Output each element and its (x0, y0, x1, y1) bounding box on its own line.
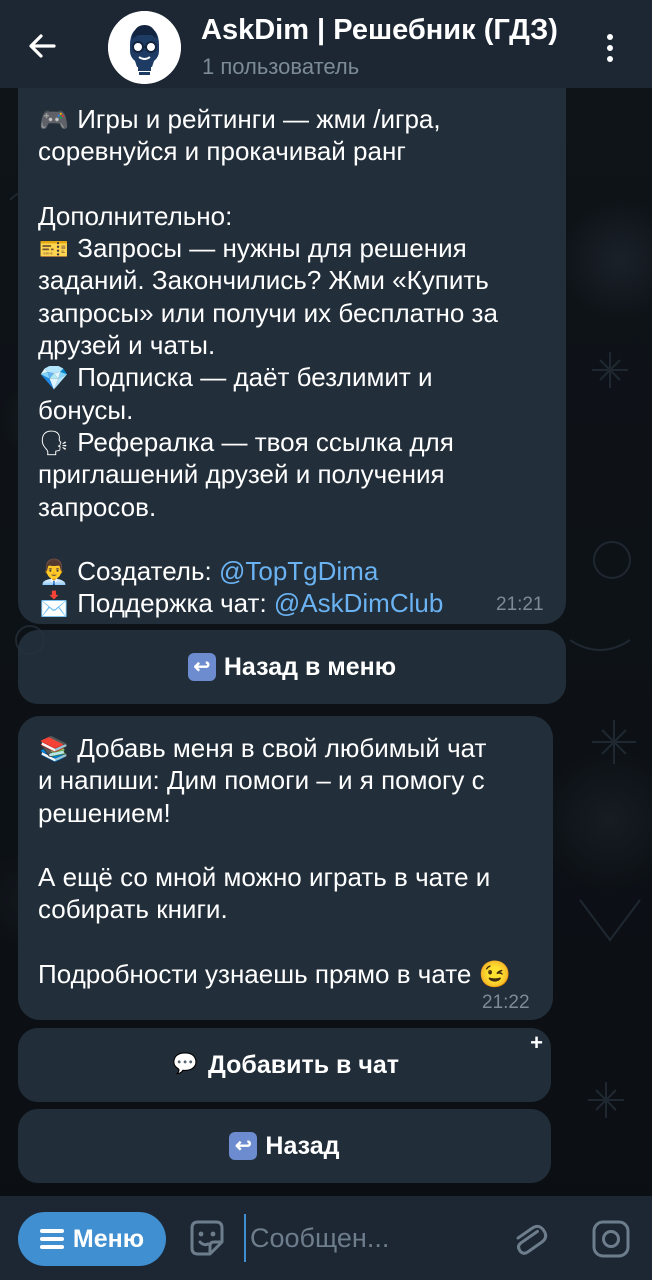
gamepad-icon: 🎮 (39, 107, 69, 134)
back-button[interactable] (22, 26, 62, 66)
message-line: приглашений друзей и получения (38, 459, 445, 490)
message-line: 🎮 Игры и рейтинги — жми /игра, (38, 103, 498, 135)
sticker-icon (190, 1220, 224, 1256)
message-line: бонусы. (38, 394, 134, 425)
speaking-head-icon: 🗣 (38, 429, 70, 457)
message-line: друзей и чаты. (38, 330, 216, 361)
creator-link[interactable]: @TopTgDima (219, 556, 378, 586)
camera-icon (592, 1220, 630, 1258)
message-line (38, 168, 498, 200)
message-line: заданий. Закончились? Жми «Купить (38, 265, 489, 296)
support-line: 📩 Поддержка чат: @AskDimClub (38, 587, 498, 619)
message-time: 21:21 (496, 594, 544, 615)
arrow-left-icon (29, 34, 56, 58)
attach-button[interactable] (506, 1216, 552, 1262)
message-input[interactable] (244, 1214, 500, 1262)
message-line: 📚 Добавь меня в свой любимый чат (38, 732, 511, 764)
paperclip-icon (516, 1224, 548, 1255)
message-line: Подробности узнаешь прямо в чате 😉 (38, 959, 511, 990)
return-arrow-icon: ↩ (229, 1132, 258, 1160)
chat-member-count: 1 пользователь (202, 54, 360, 79)
message-input-bar: Меню (0, 1196, 652, 1280)
support-link[interactable]: @AskDimClub (274, 588, 443, 618)
message-line: запросы» или получи их бесплатно за (38, 297, 498, 328)
back-to-menu-button[interactable]: ↩ Назад в меню (18, 630, 566, 704)
message-line: 🎫 Запросы — нужны для решения (38, 232, 498, 264)
back-button-inline[interactable]: ↩ Назад (18, 1109, 551, 1183)
message-line: соревнуйся и прокачивай ранг (38, 136, 406, 167)
person-icon: 👨‍💼 (39, 559, 69, 587)
more-vertical-icon (607, 34, 613, 40)
message-line (38, 926, 511, 958)
message-text: 📚 Добавь меня в свой любимый чат и напиш… (38, 732, 511, 990)
plus-icon: + (530, 1030, 543, 1055)
message-line: А ещё со мной можно играть в чате и (38, 862, 491, 893)
message-line: Дополнительно: (38, 200, 233, 231)
menu-icon (39, 1229, 64, 1249)
message-bubble[interactable]: 🎮 Игры и рейтинги — жми /игра, соревнуйс… (18, 76, 566, 624)
chat-header: AskDim | Решебник (ГДЗ) 1 пользователь (0, 0, 652, 88)
message-line (38, 829, 511, 861)
sticker-button[interactable] (184, 1216, 230, 1262)
bot-menu-button[interactable]: Меню (18, 1212, 166, 1266)
message-text: 🎮 Игры и рейтинги — жми /игра, соревнуйс… (38, 103, 498, 620)
message-line (38, 523, 498, 555)
avatar-logo-icon (108, 11, 181, 84)
message-line: и напиши: Дим помоги – и я помогу с (38, 765, 485, 796)
message-line: собирать книги. (38, 894, 228, 925)
message-line: решением! (38, 797, 171, 828)
chat-title[interactable]: AskDim | Решебник (ГДЗ) (201, 14, 573, 47)
message-line: запросов. (38, 491, 157, 522)
envelope-icon: 📩 (39, 591, 69, 619)
gem-icon: 💎 (39, 365, 69, 393)
message-line: 💎 Подписка — даёт безлимит и (38, 361, 498, 393)
creator-line: 👨‍💼 Создатель: @TopTgDima (38, 555, 498, 587)
ticket-icon: 🎫 (39, 236, 69, 264)
camera-button[interactable] (588, 1216, 634, 1262)
message-bubble[interactable]: 📚 Добавь меня в свой любимый чат и напиш… (18, 716, 553, 1020)
chat-avatar[interactable] (108, 11, 181, 84)
books-icon: 📚 (39, 736, 69, 763)
return-arrow-icon: ↩ (187, 653, 216, 681)
message-time: 21:22 (482, 992, 530, 1013)
message-line: 🗣 Рефералка — твоя ссылка для (38, 426, 498, 458)
more-menu-button[interactable] (594, 28, 626, 68)
speech-bubble-icon: 💬 (172, 1053, 198, 1075)
add-to-chat-button[interactable]: 💬 Добавить в чат + (18, 1028, 551, 1102)
